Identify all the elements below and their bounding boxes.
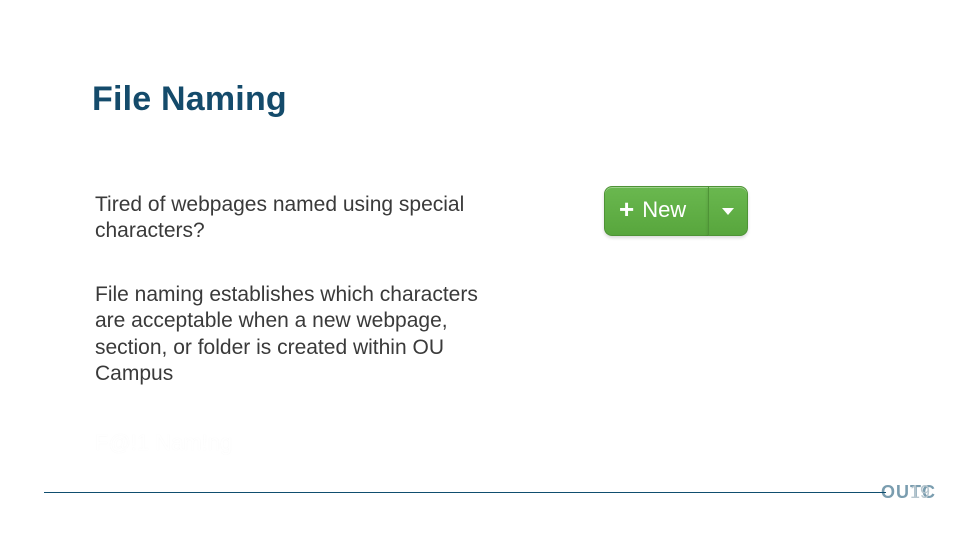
intro-paragraph-1: Tired of webpages named using special ch… xyxy=(95,192,495,245)
footer-divider xyxy=(44,492,886,493)
caret-down-icon xyxy=(722,208,734,215)
new-button-label: New xyxy=(642,197,686,223)
intro-paragraph-2: File naming establishes which characters… xyxy=(95,282,495,387)
new-button-group: + New xyxy=(604,186,748,236)
new-button[interactable]: + New xyxy=(604,186,708,236)
plus-icon: + xyxy=(619,196,634,222)
slide-title: File Naming xyxy=(92,80,287,119)
page-number: 19 xyxy=(910,482,930,503)
file-naming-example: F@!1 Nam!ng xyxy=(95,430,232,456)
slide: File Naming Tired of webpages named usin… xyxy=(0,0,960,540)
new-button-dropdown[interactable] xyxy=(708,186,748,236)
